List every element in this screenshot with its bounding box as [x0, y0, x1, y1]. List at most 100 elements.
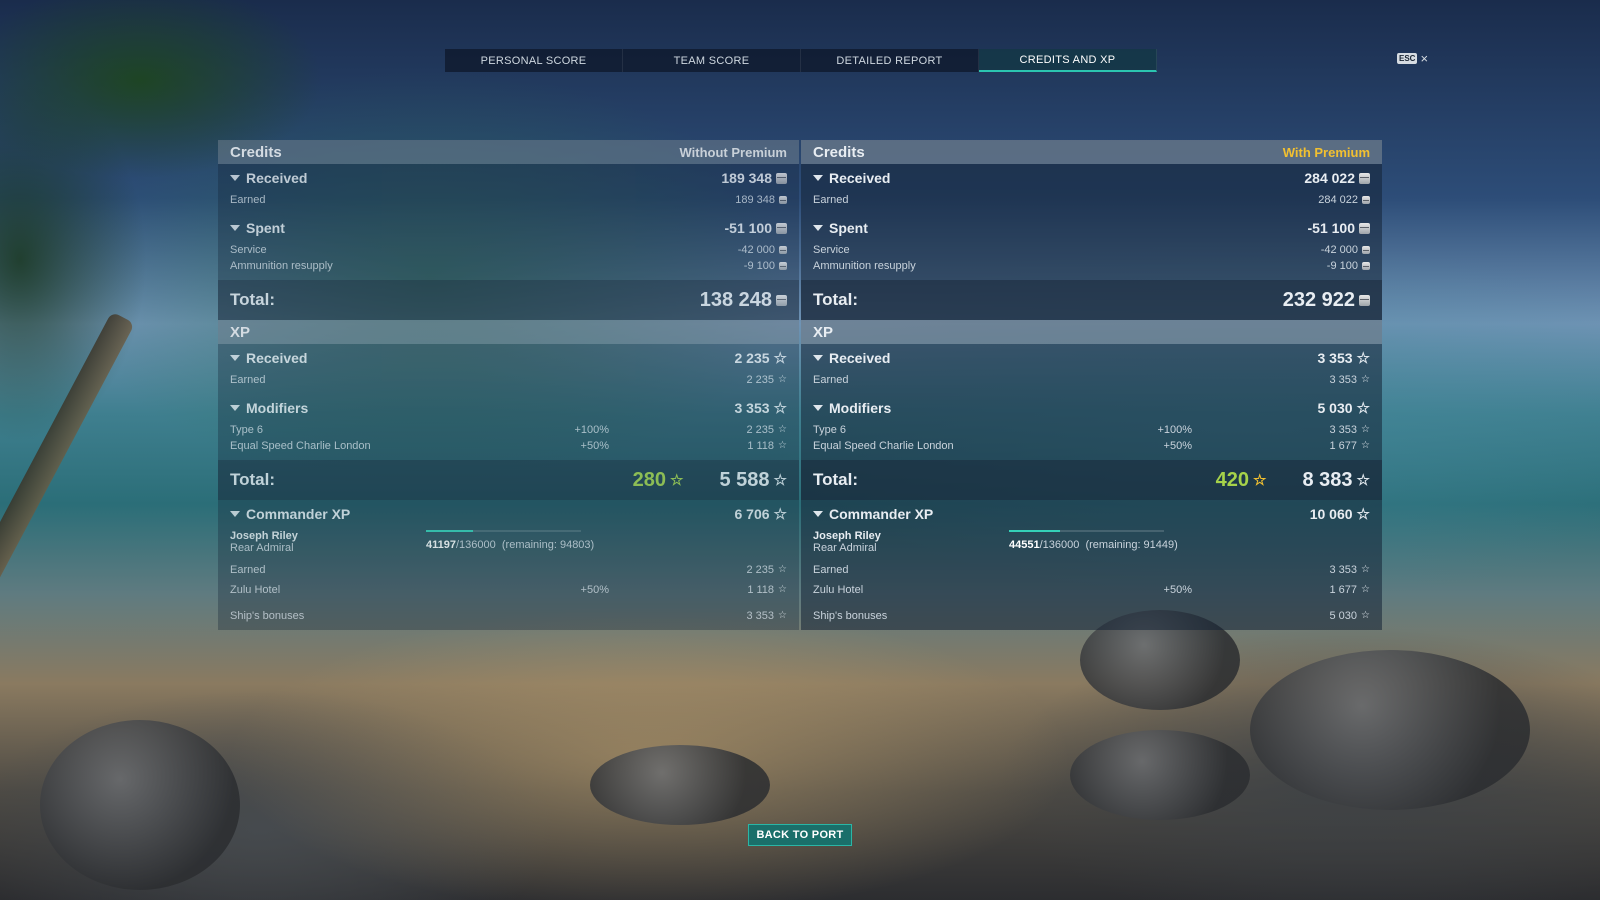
ammo-label: Ammunition resupply	[230, 260, 333, 272]
credits-section: Received 284 022 Earned 284 022 Spent -5…	[801, 164, 1382, 320]
earned-value: 189 348	[735, 194, 775, 206]
chevron-down-icon	[813, 225, 823, 231]
xp-earned-value: 2 235	[746, 374, 775, 386]
xp-received-value: 2 235	[734, 350, 770, 366]
commander-hotel-row: Zulu Hotel +50% 1 677 ☆	[801, 582, 1382, 598]
credits-spent-row[interactable]: Spent -51 100	[801, 214, 1382, 242]
credits-icon	[776, 222, 787, 234]
back-to-port-button[interactable]: BACK TO PORT	[748, 824, 852, 846]
ship-bonuses-row: Ship's bonuses 5 030 ☆	[801, 608, 1382, 624]
credits-received-row[interactable]: Received 284 022	[801, 164, 1382, 192]
xp-received-row[interactable]: Received 3 353 ☆	[801, 344, 1382, 372]
commander-xp-value: 10 060	[1309, 506, 1353, 522]
service-value: -42 000	[737, 244, 775, 256]
rock-background	[1070, 730, 1250, 820]
modifiers-row[interactable]: Modifiers 3 353 ☆	[218, 394, 799, 422]
earned-label: Earned	[230, 374, 266, 386]
commander-xp-row[interactable]: Commander XP 6 706 ☆	[218, 500, 799, 528]
chevron-down-icon	[813, 355, 823, 361]
credits-spent-row[interactable]: Spent -51 100	[218, 214, 799, 242]
commander-info: Joseph Riley Rear Admiral 44551/136000 (…	[801, 528, 1382, 556]
total-label: Total:	[813, 290, 859, 309]
modifier-percent: +100%	[1157, 424, 1192, 436]
star-icon: ☆	[1361, 424, 1370, 435]
modifier-row: Type 6 +100% 2 235 ☆	[218, 422, 799, 438]
received-value: 189 348	[721, 170, 772, 186]
progress-remaining: (remaining: 94803)	[501, 539, 595, 551]
xp-received-row[interactable]: Received 2 235 ☆	[218, 344, 799, 372]
credits-earned-row: Earned 189 348	[218, 192, 799, 208]
chevron-down-icon	[813, 405, 823, 411]
star-icon: ☆	[1361, 440, 1370, 451]
received-value: 284 022	[1304, 170, 1355, 186]
total-label: Total:	[230, 290, 276, 309]
top-tabs: PERSONAL SCORE TEAM SCORE DETAILED REPOR…	[445, 49, 1157, 72]
panel-without-premium: Credits Without Premium Received 189 348…	[218, 140, 799, 630]
tab-credits-and-xp[interactable]: CREDITS AND XP	[979, 49, 1157, 72]
modifier-percent: +100%	[574, 424, 609, 436]
commander-earned-value: 3 353	[1329, 564, 1358, 576]
progress-fill	[426, 530, 473, 532]
ship-bonuses-value: 3 353	[746, 610, 775, 622]
progress-current: 44551	[1009, 539, 1040, 551]
hotel-value: 1 677	[1329, 584, 1358, 596]
mode-label: With Premium	[1282, 144, 1370, 160]
spent-value: -51 100	[1307, 220, 1355, 236]
tab-detailed-report[interactable]: DETAILED REPORT	[801, 49, 979, 72]
ship-bonuses-label: Ship's bonuses	[230, 610, 305, 622]
credits-icon	[1362, 246, 1370, 254]
modifier-value: 3 353	[1329, 424, 1358, 436]
commander-hotel-row: Zulu Hotel +50% 1 118 ☆	[218, 582, 799, 598]
service-value: -42 000	[1320, 244, 1358, 256]
modifier-percent: +50%	[580, 440, 609, 452]
earned-label: Earned	[813, 374, 849, 386]
credits-title: Credits	[813, 143, 865, 161]
star-icon: ☆	[778, 424, 787, 435]
star-icon: ☆	[778, 564, 787, 575]
credits-icon	[1359, 172, 1370, 184]
modifiers-value: 3 353	[734, 400, 770, 416]
progress-remaining: (remaining: 91449)	[1085, 539, 1178, 551]
progress-max: /136000	[1039, 539, 1080, 551]
commander-xp-label: Commander XP	[829, 506, 934, 522]
star-icon: ☆	[1356, 349, 1370, 367]
modifier-row: Equal Speed Charlie London +50% 1 118 ☆	[218, 438, 799, 454]
received-label: Received	[246, 350, 308, 366]
close-button[interactable]: ESC ×	[1397, 51, 1428, 66]
panel-with-premium: Credits With Premium Received 284 022 Ea…	[801, 140, 1382, 630]
xp-title: XP	[813, 323, 834, 341]
received-label: Received	[246, 170, 308, 186]
xp-earned-row: Earned 2 235 ☆	[218, 372, 799, 388]
modifier-percent: +50%	[1163, 440, 1192, 452]
xp-earned-value: 3 353	[1329, 374, 1358, 386]
earned-label: Earned	[813, 564, 849, 576]
star-icon: ☆	[1361, 610, 1370, 621]
xp-header: XP	[218, 320, 799, 344]
credits-icon	[1362, 262, 1370, 270]
credits-total-row: Total: 232 922	[801, 280, 1382, 320]
credits-section: Received 189 348 Earned 189 348 Spent -5…	[218, 164, 799, 320]
xp-total-row: Total: 280 ☆ 5 588 ☆	[218, 460, 799, 500]
earned-label: Earned	[813, 194, 849, 206]
spent-label: Spent	[829, 220, 868, 236]
credits-total-row: Total: 138 248	[218, 280, 799, 320]
free-xp-value: 280	[632, 468, 667, 491]
ammo-value: -9 100	[743, 260, 775, 272]
progress-max: /136000	[455, 539, 496, 551]
credits-header: Credits Without Premium	[218, 140, 799, 164]
modifier-row: Type 6 +100% 3 353 ☆	[801, 422, 1382, 438]
commander-xp-row[interactable]: Commander XP 10 060 ☆	[801, 500, 1382, 528]
service-row: Service -42 000	[801, 242, 1382, 258]
tab-personal-score[interactable]: PERSONAL SCORE	[445, 49, 623, 72]
progress-current: 41197	[426, 539, 456, 551]
service-label: Service	[813, 244, 850, 256]
service-row: Service -42 000	[218, 242, 799, 258]
free-xp-star-icon: ☆	[1253, 471, 1267, 489]
star-icon: ☆	[778, 374, 787, 385]
credits-received-row[interactable]: Received 189 348	[218, 164, 799, 192]
tab-team-score[interactable]: TEAM SCORE	[623, 49, 801, 72]
spent-label: Spent	[246, 220, 285, 236]
commander-progress-bar	[426, 530, 581, 532]
ammo-value: -9 100	[1326, 260, 1358, 272]
modifiers-row[interactable]: Modifiers 5 030 ☆	[801, 394, 1382, 422]
